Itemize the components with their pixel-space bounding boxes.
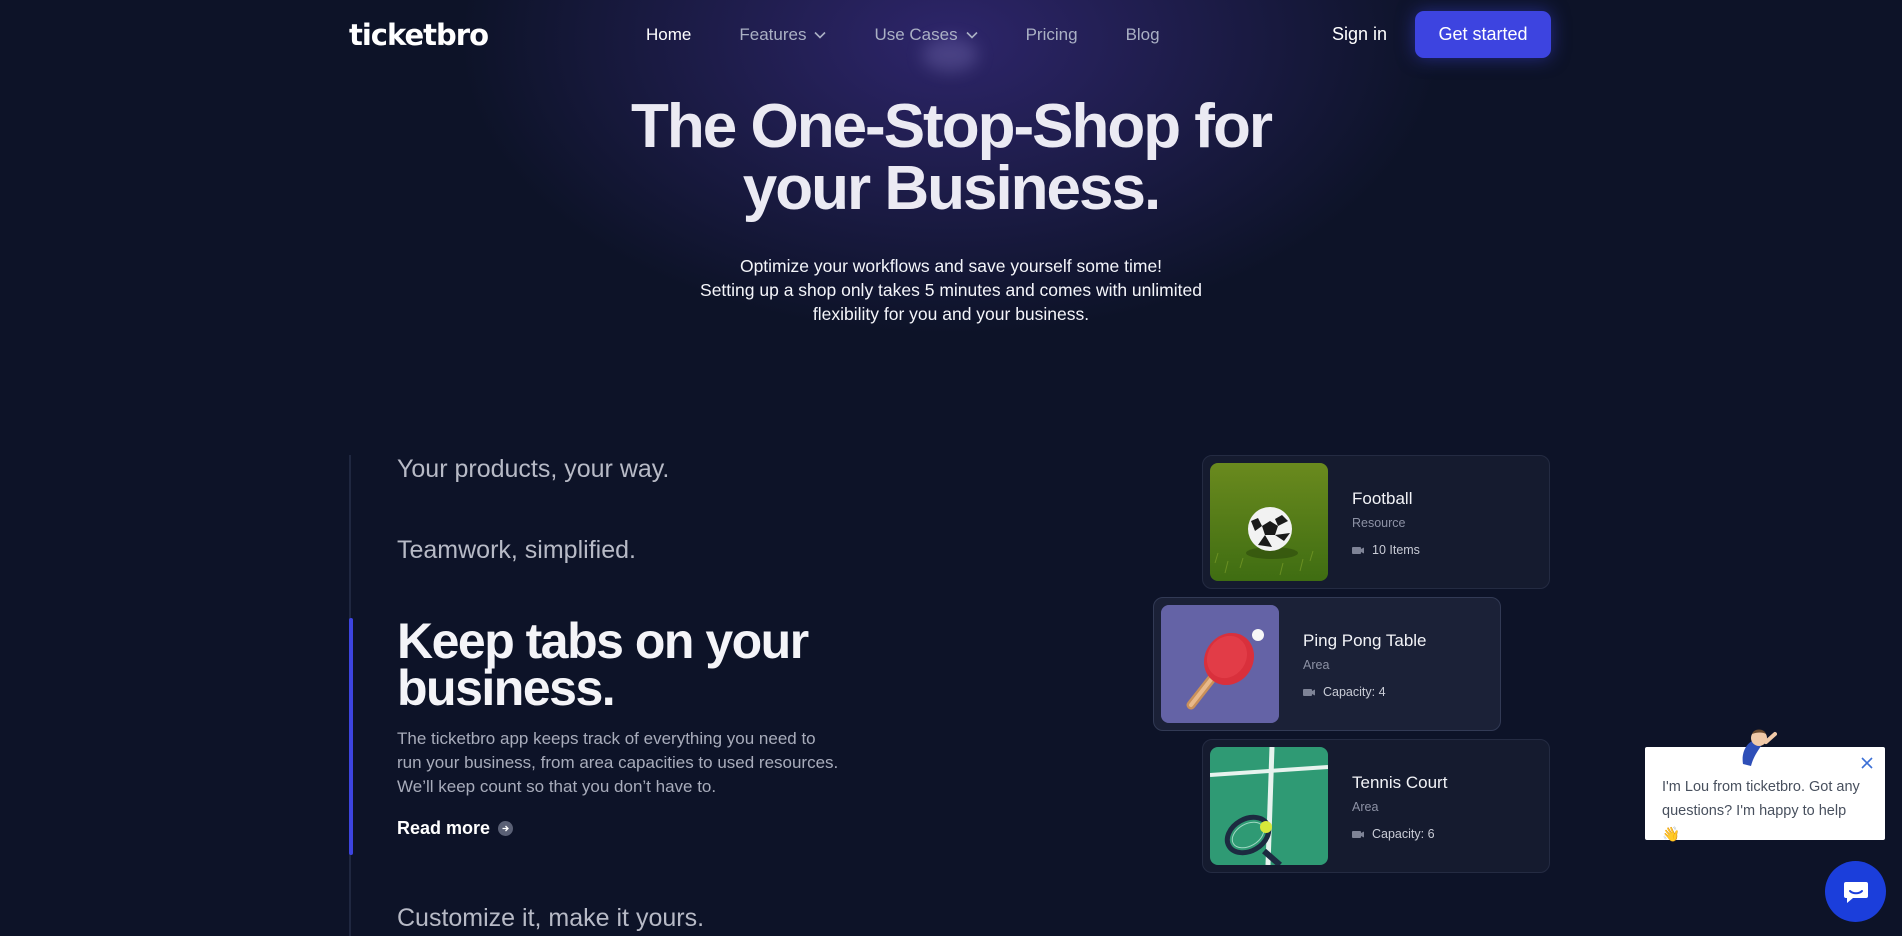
nav-link-pricing[interactable]: Pricing: [1026, 25, 1078, 45]
nav-link-use-cases[interactable]: Use Cases: [874, 25, 978, 45]
card-title: Ping Pong Table: [1303, 631, 1427, 650]
feature-tab-teamwork[interactable]: Teamwork, simplified.: [397, 536, 636, 565]
feature-description: The ticketbro app keeps track of everyth…: [397, 727, 857, 799]
sign-in-link[interactable]: Sign in: [1332, 24, 1387, 45]
tennis-court-image: [1210, 747, 1328, 865]
card-meta: Capacity: 4: [1303, 685, 1386, 699]
football-image: [1210, 463, 1328, 581]
feature-description-line: We’ll keep count so that you don’t have …: [397, 777, 717, 796]
card-meta-value: Capacity: 4: [1323, 685, 1386, 699]
chat-icon: [1843, 881, 1868, 903]
chevron-down-icon: [814, 31, 827, 39]
tag-icon: [1352, 546, 1364, 554]
feature-title-line: business.: [397, 660, 616, 716]
read-more-label: Read more: [397, 818, 491, 838]
card-type: Resource: [1352, 516, 1406, 530]
chevron-down-icon: [966, 31, 978, 39]
card-title: Football: [1352, 489, 1413, 508]
nav-link-label: Blog: [1125, 25, 1160, 44]
feature-description-line: The ticketbro app keeps track of everyth…: [397, 729, 816, 748]
hero-title: The One-Stop-Shop for your Business.: [551, 96, 1351, 220]
hero-subtitle-line: Optimize your workflows and save yoursel…: [739, 256, 1163, 276]
card-meta-value: Capacity: 6: [1372, 827, 1435, 841]
feature-tab-products[interactable]: Your products, your way.: [397, 455, 669, 484]
card-title: Tennis Court: [1352, 773, 1448, 792]
get-started-button[interactable]: Get started: [1415, 11, 1551, 58]
hero-title-line: The One-Stop-Shop for: [631, 92, 1273, 161]
nav-link-home[interactable]: Home: [646, 25, 691, 45]
feature-rail-active-indicator: [349, 618, 353, 855]
chat-agent-avatar: [1733, 724, 1777, 768]
nav-link-features[interactable]: Features: [739, 25, 827, 45]
chat-launcher-button[interactable]: [1825, 861, 1886, 922]
hero-title-line: your Business.: [742, 154, 1161, 223]
card-meta: Capacity: 6: [1352, 827, 1435, 841]
feature-title-line: Keep tabs on your: [397, 613, 809, 669]
nav-links: Home Features Use Cases Pricing Blog: [646, 24, 1160, 46]
card-meta: 10 Items: [1352, 543, 1420, 557]
top-navigation: ticketbro Home Features Use Cases Pricin…: [0, 0, 1902, 72]
hero-subtitle-line: Setting up a shop only takes 5 minutes a…: [700, 280, 1202, 300]
hero-subtitle: Optimize your workflows and save yoursel…: [651, 254, 1251, 326]
nav-link-label: Use Cases: [874, 25, 958, 44]
nav-link-label: Features: [739, 25, 807, 44]
chat-message-text: I'm Lou from ticketbro. Got any question…: [1662, 779, 1860, 843]
card-type: Area: [1352, 800, 1379, 814]
hero-subtitle-line: flexibility for you and your business.: [812, 304, 1090, 324]
tag-icon: [1303, 688, 1315, 696]
read-more-link[interactable]: Read more: [397, 818, 514, 839]
nav-link-label: Pricing: [1025, 25, 1078, 44]
card-meta-value: 10 Items: [1372, 543, 1420, 557]
page: ticketbro Home Features Use Cases Pricin…: [0, 0, 1902, 936]
feature-active-title: Keep tabs on your business.: [397, 613, 857, 716]
resource-card-tennis-court[interactable]: Tennis Court Area Capacity: 6: [1202, 739, 1550, 873]
nav-link-blog[interactable]: Blog: [1126, 25, 1160, 45]
feature-tab-customize[interactable]: Customize it, make it yours.: [397, 904, 704, 933]
feature-description-line: run your business, from area capacities …: [397, 753, 839, 772]
logo[interactable]: ticketbro: [349, 18, 489, 52]
resource-card-ping-pong[interactable]: Ping Pong Table Area Capacity: 4: [1153, 597, 1501, 731]
card-type: Area: [1303, 658, 1330, 672]
ping-pong-image: [1161, 605, 1279, 723]
close-icon[interactable]: [1859, 755, 1875, 771]
tag-icon: [1352, 830, 1364, 838]
resource-card-football[interactable]: Football Resource 10 Items: [1202, 455, 1550, 589]
arrow-right-circle-icon: [498, 821, 514, 836]
nav-link-label: Home: [646, 25, 692, 44]
